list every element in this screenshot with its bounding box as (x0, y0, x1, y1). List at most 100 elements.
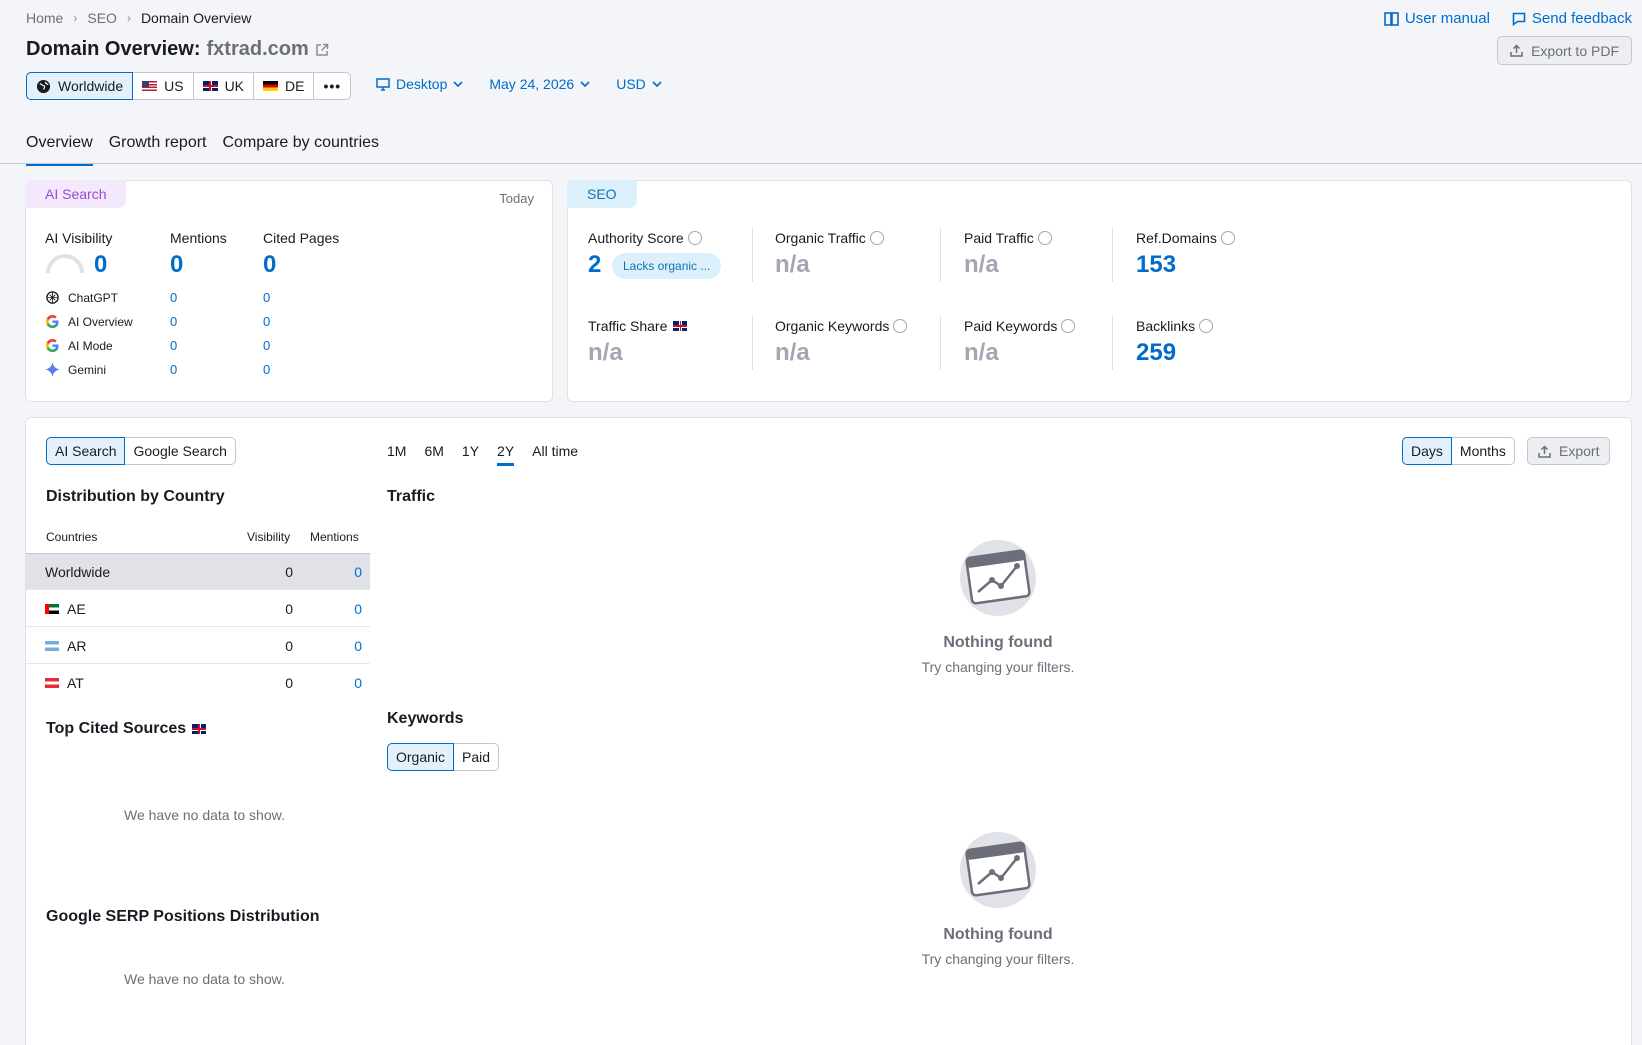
chevron-right-icon: › (126, 11, 131, 25)
authority-score-label: Authority Score (588, 230, 702, 246)
ai-overview-mentions[interactable]: 0 (170, 314, 177, 329)
ai-row-ai-overview: AI Overview (45, 314, 133, 329)
mentions-total[interactable]: 0 (170, 251, 183, 279)
traffic-share-label: Traffic Share (588, 318, 688, 334)
gemini-mentions[interactable]: 0 (170, 362, 177, 377)
info-icon[interactable] (1037, 231, 1052, 245)
ai-row-name: AI Overview (68, 314, 133, 329)
breadcrumb-home[interactable]: Home (26, 10, 63, 26)
ref-domains-value[interactable]: 153 (1136, 251, 1176, 279)
region-uk[interactable]: UK (194, 73, 255, 99)
metric-divider (940, 316, 941, 370)
region-de[interactable]: DE (254, 73, 315, 99)
gemini-cited[interactable]: 0 (263, 362, 270, 377)
organic-traffic-label: Organic Traffic (775, 230, 884, 246)
keywords-title: Keywords (387, 710, 464, 727)
ar-flag-icon (45, 640, 59, 651)
upload-icon (1510, 44, 1523, 57)
tab-growth-report[interactable]: Growth report (109, 134, 207, 166)
country-name: AT (67, 675, 84, 691)
table-row[interactable]: AR 0 0 (26, 628, 370, 664)
toggle-days[interactable]: Days (1402, 437, 1452, 465)
send-feedback-label: Send feedback (1531, 10, 1632, 27)
uk-flag-icon (202, 81, 218, 91)
region-selector: Worldwide US UK DE ••• (26, 72, 352, 100)
device-dropdown[interactable]: Desktop (376, 76, 463, 92)
breadcrumb-seo[interactable]: SEO (87, 10, 117, 26)
cited-pages-total[interactable]: 0 (263, 251, 276, 279)
currency-dropdown[interactable]: USD (616, 76, 662, 92)
table-row[interactable]: AE 0 0 (26, 591, 370, 627)
country-mentions[interactable]: 0 (354, 675, 362, 691)
info-icon[interactable] (1061, 319, 1076, 333)
date-dropdown[interactable]: May 24, 2026 (489, 76, 590, 92)
table-row[interactable]: AT 0 0 (26, 665, 370, 701)
country-name: Worldwide (45, 563, 111, 580)
us-flag-icon (142, 81, 158, 91)
region-us[interactable]: US (133, 73, 194, 99)
chevron-down-icon (652, 81, 662, 87)
info-icon[interactable] (893, 319, 908, 333)
page-title: Domain Overview: fxtrad.com (26, 38, 329, 61)
authority-score-value[interactable]: 2 (588, 251, 601, 279)
ai-visibility-value[interactable]: 0 (94, 251, 107, 279)
device-label: Desktop (396, 76, 448, 92)
col-mentions: Mentions (310, 530, 359, 544)
search-type-toggle: AI Search Google Search (46, 437, 236, 465)
backlinks-value[interactable]: 259 (1136, 339, 1176, 367)
ai-mode-cited[interactable]: 0 (263, 338, 270, 353)
user-manual-link[interactable]: User manual (1384, 10, 1490, 27)
country-mentions[interactable]: 0 (354, 601, 362, 617)
region-worldwide[interactable]: Worldwide (26, 72, 134, 100)
metric-divider (752, 316, 753, 370)
ai-row-chatgpt: ChatGPT (45, 290, 118, 305)
chatgpt-mentions[interactable]: 0 (170, 290, 177, 305)
desktop-icon (376, 77, 390, 91)
export-button[interactable]: Export (1527, 437, 1611, 465)
send-feedback-link[interactable]: Send feedback (1512, 10, 1632, 27)
keywords-empty-title: Nothing found (943, 926, 1053, 943)
seo-pill: SEO (567, 180, 637, 208)
lacks-organic-badge[interactable]: Lacks organic ... (612, 253, 722, 279)
country-name: AE (67, 600, 86, 617)
info-icon[interactable] (1199, 319, 1214, 333)
country-visibility: 0 (285, 675, 293, 691)
tab-compare-by-countries[interactable]: Compare by countries (223, 134, 380, 166)
metric-divider (940, 228, 941, 282)
country-mentions[interactable]: 0 (354, 638, 362, 654)
range-1m[interactable]: 1M (387, 443, 406, 466)
metric-divider (1112, 316, 1113, 370)
tab-overview[interactable]: Overview (26, 134, 93, 166)
chatgpt-cited[interactable]: 0 (263, 290, 270, 305)
toggle-paid[interactable]: Paid (454, 744, 498, 770)
toggle-months[interactable]: Months (1452, 438, 1514, 464)
info-icon[interactable] (1220, 231, 1235, 245)
range-6m[interactable]: 6M (424, 443, 443, 466)
toggle-organic[interactable]: Organic (387, 743, 455, 771)
ai-row-gemini: Gemini (45, 362, 106, 377)
at-flag-icon (45, 678, 59, 688)
ai-mode-mentions[interactable]: 0 (170, 338, 177, 353)
distribution-title: Distribution by Country (46, 488, 225, 505)
info-icon[interactable] (869, 231, 884, 245)
more-regions-button[interactable]: ••• (314, 73, 350, 99)
domain-name: fxtrad.com (206, 38, 309, 60)
tabs-divider (0, 163, 1642, 164)
ai-row-ai-mode: AI Mode (45, 338, 113, 353)
range-2y[interactable]: 2Y (497, 443, 515, 466)
country-mentions[interactable]: 0 (354, 564, 362, 580)
range-all-time[interactable]: All time (532, 443, 578, 466)
book-icon (1384, 11, 1399, 26)
toggle-google-search[interactable]: Google Search (125, 438, 234, 464)
chatgpt-icon (46, 291, 59, 304)
toggle-ai-search[interactable]: AI Search (46, 437, 126, 465)
metric-divider (752, 228, 753, 282)
ref-domains-label: Ref.Domains (1136, 230, 1235, 246)
export-pdf-button[interactable]: Export to PDF (1497, 36, 1632, 65)
ai-overview-cited[interactable]: 0 (263, 314, 270, 329)
empty-chart-icon (960, 832, 1036, 908)
range-1y[interactable]: 1Y (462, 443, 479, 466)
table-row[interactable]: Worldwide 0 0 (26, 554, 370, 590)
info-icon[interactable] (687, 231, 702, 245)
external-link-icon[interactable] (315, 43, 329, 57)
